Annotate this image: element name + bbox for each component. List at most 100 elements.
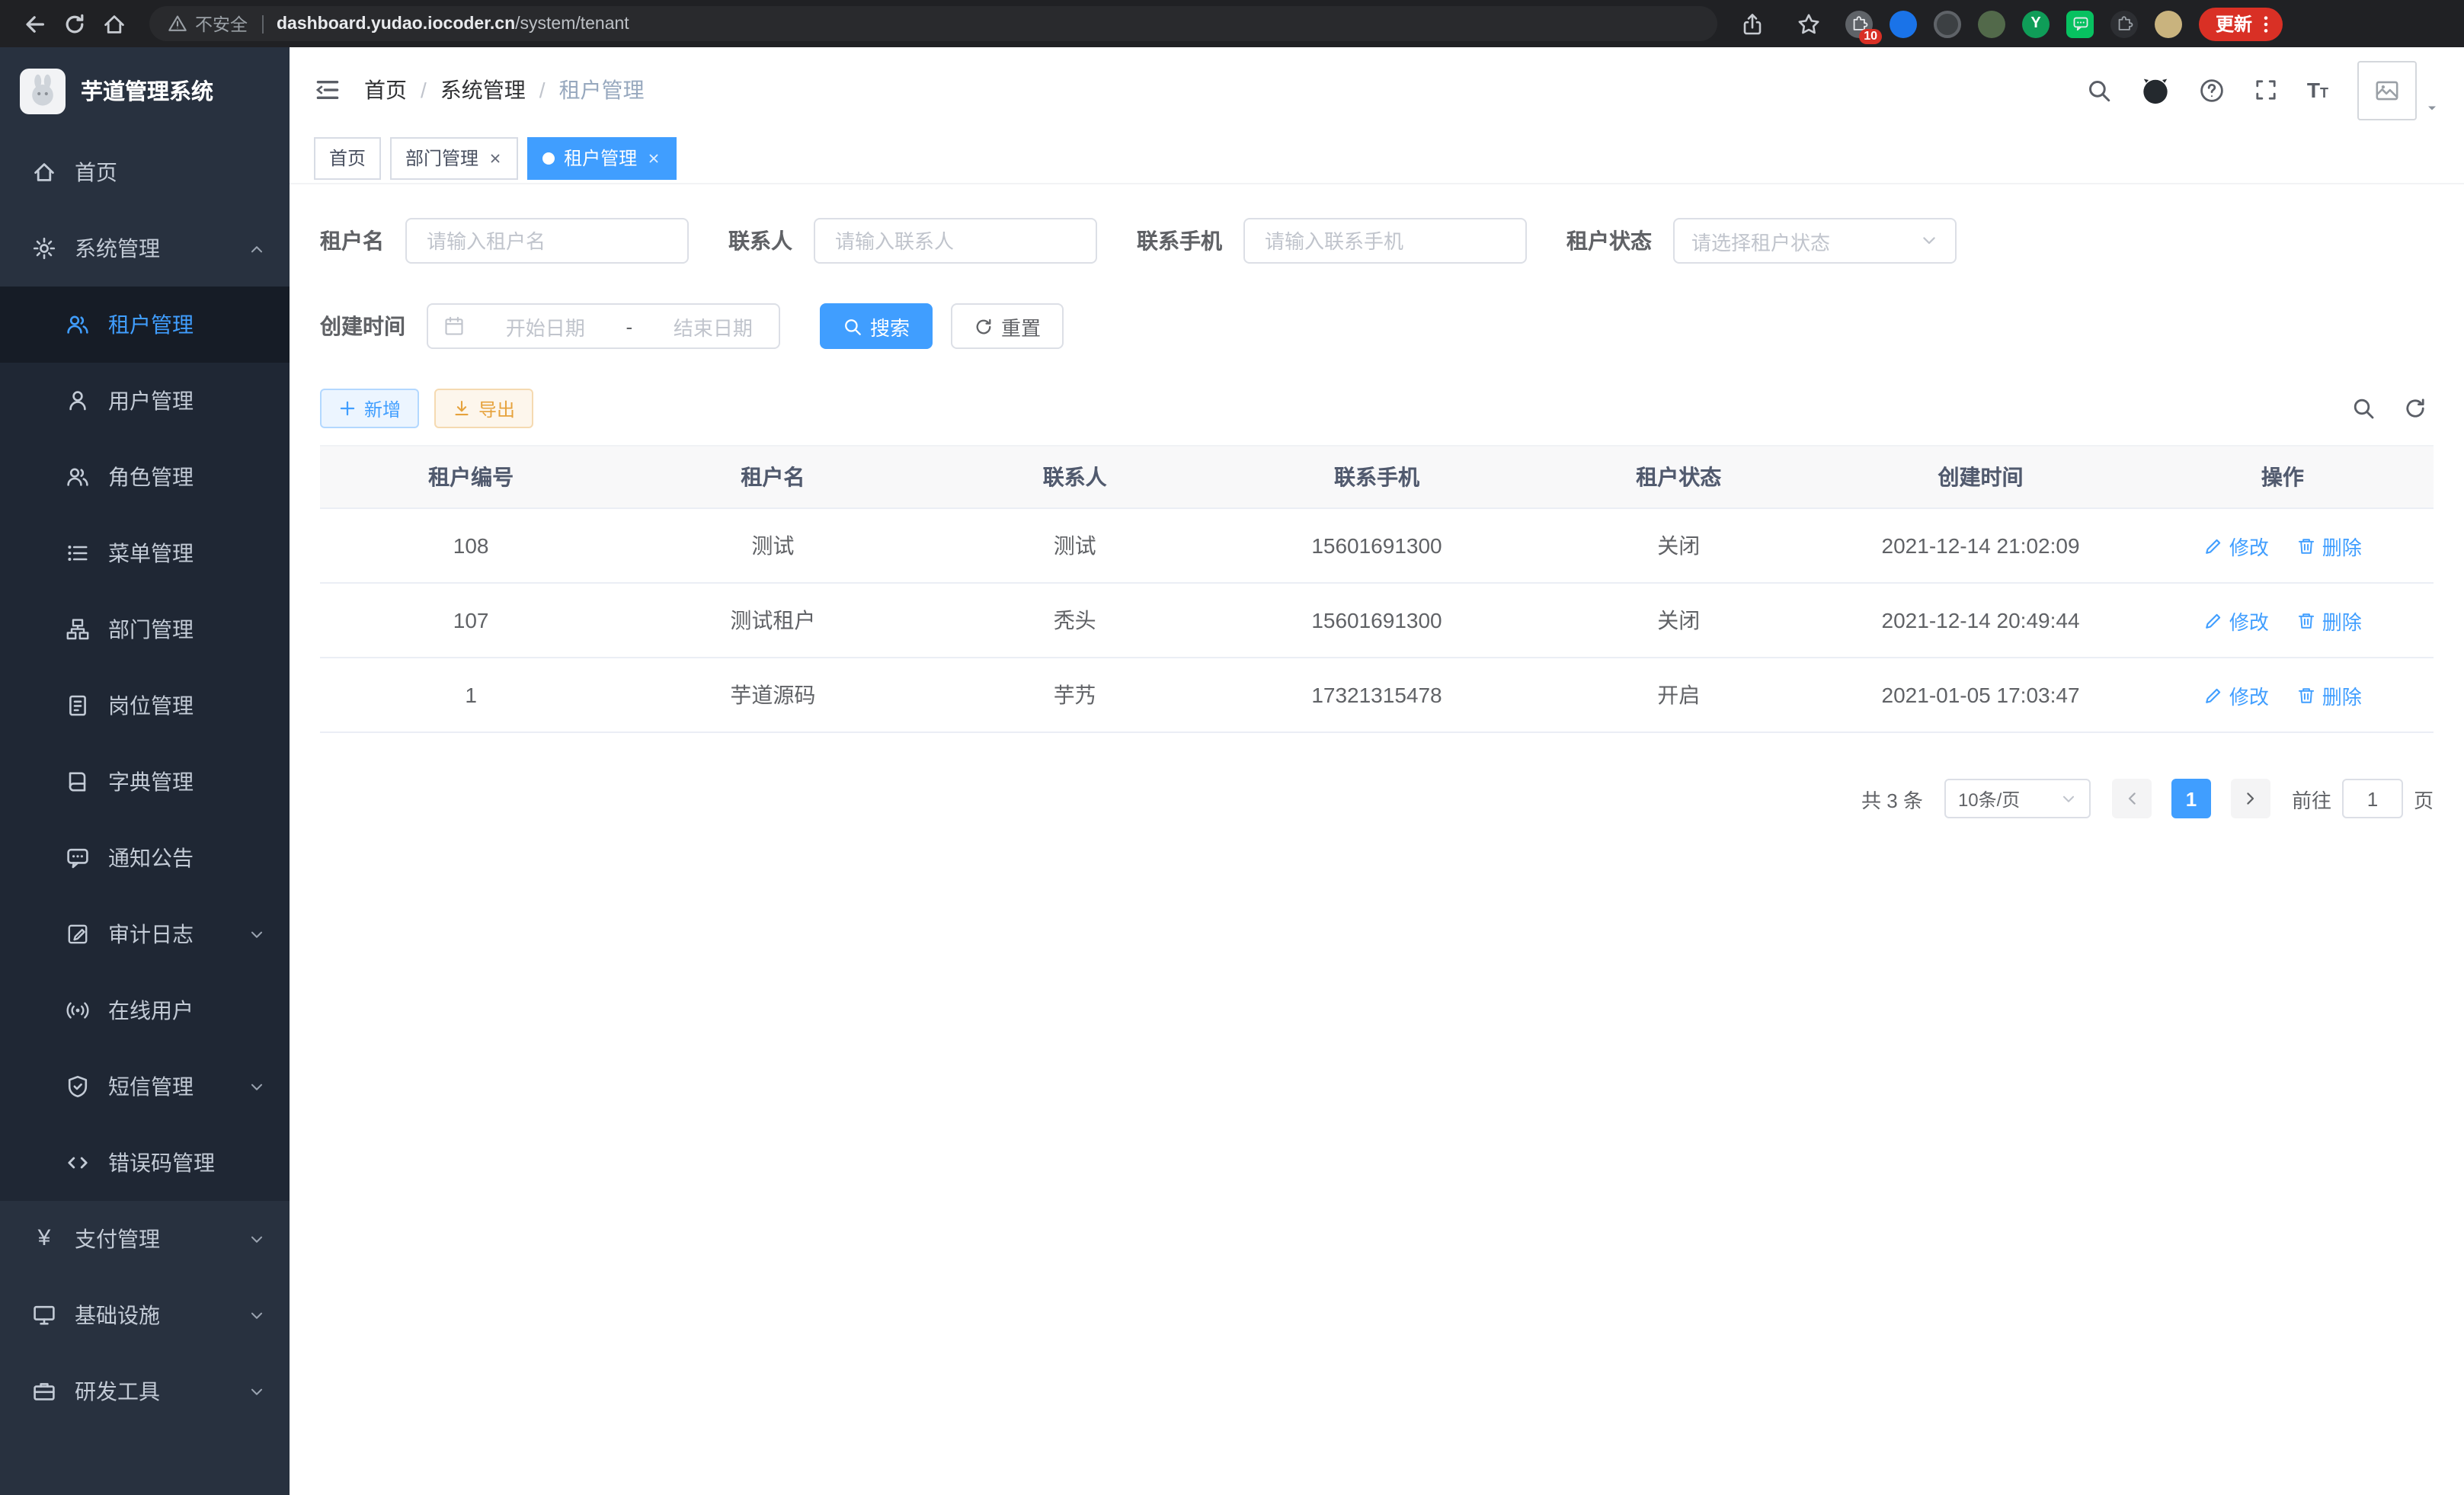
close-icon[interactable] <box>488 150 503 165</box>
contact-input-wrap[interactable] <box>814 218 1097 264</box>
edit-button[interactable]: 修改 <box>2203 531 2269 560</box>
breadcrumb-item[interactable]: 首页 <box>364 75 407 105</box>
sidebar-item-users[interactable]: 用户管理 <box>0 363 290 439</box>
github-icon[interactable] <box>2141 75 2170 104</box>
sidebar-item-departments[interactable]: 部门管理 <box>0 591 290 667</box>
edit-label: 修改 <box>2229 680 2269 709</box>
update-label: 更新 <box>2216 11 2252 37</box>
cell-actions: 修改 删除 <box>2132 658 2434 732</box>
online-users-icon <box>66 998 90 1023</box>
next-page-button[interactable] <box>2231 779 2270 818</box>
extension-icon[interactable] <box>1978 10 2005 37</box>
page-size-select[interactable]: 10条/页 <box>1944 779 2091 818</box>
search-button-label: 搜索 <box>870 312 910 341</box>
phone-input[interactable] <box>1262 228 1509 254</box>
sidebar-item-roles[interactable]: 角色管理 <box>0 439 290 515</box>
sidebar-item-dictionary[interactable]: 字典管理 <box>0 744 290 820</box>
toggle-search-icon[interactable] <box>2351 396 2376 421</box>
sidebar-item-positions[interactable]: 岗位管理 <box>0 667 290 744</box>
filter-row-2: 创建时间 开始日期 - 结束日期 搜索 重置 <box>320 303 2434 349</box>
tab-tenant[interactable]: 租户管理 <box>527 136 677 179</box>
date-end-placeholder: 结束日期 <box>663 312 763 341</box>
extension-icon[interactable]: 10 <box>1845 10 1873 37</box>
tenant-name-input[interactable] <box>424 228 670 254</box>
cell-phone: 17321315478 <box>1226 658 1528 732</box>
tab-home[interactable]: 首页 <box>314 136 381 179</box>
cell-status: 关闭 <box>1528 508 1829 583</box>
browser-menu-icon[interactable] <box>2255 13 2277 34</box>
chevron-down-icon <box>248 1078 265 1095</box>
address-bar[interactable]: 不安全 dashboard.yudao.iocoder.cn/system/te… <box>149 6 1717 41</box>
breadcrumb-item[interactable]: 系统管理 <box>440 75 526 105</box>
sidebar-item-system[interactable]: 系统管理 <box>0 210 290 287</box>
sidebar-item-error-codes[interactable]: 错误码管理 <box>0 1125 290 1201</box>
table-toolbar: 新增 导出 <box>320 389 2434 428</box>
sidebar-item-sms[interactable]: 短信管理 <box>0 1048 290 1125</box>
table-row: 108 测试 测试 15601691300 关闭 2021-12-14 21:0… <box>320 508 2434 583</box>
goto-page-input[interactable] <box>2342 779 2403 818</box>
sidebar-item-online-users[interactable]: 在线用户 <box>0 972 290 1048</box>
close-icon[interactable] <box>646 150 661 165</box>
plus-icon <box>338 399 357 418</box>
edit-button[interactable]: 修改 <box>2203 680 2269 709</box>
help-icon[interactable] <box>2199 77 2225 103</box>
extension-icon[interactable] <box>2110 10 2138 37</box>
delete-button[interactable]: 删除 <box>2296 606 2362 635</box>
edit-button[interactable]: 修改 <box>2203 606 2269 635</box>
search-button[interactable]: 搜索 <box>820 303 933 349</box>
column-header-contact: 联系人 <box>924 446 1226 508</box>
page-number-current[interactable]: 1 <box>2171 779 2211 818</box>
sidebar-item-menus[interactable]: 菜单管理 <box>0 515 290 591</box>
bookmark-star-icon[interactable] <box>1789 4 1829 43</box>
delete-button[interactable]: 删除 <box>2296 680 2362 709</box>
phone-input-wrap[interactable] <box>1243 218 1527 264</box>
refresh-table-icon[interactable] <box>2403 396 2427 421</box>
extension-icon[interactable] <box>1934 10 1961 37</box>
extension-icon[interactable] <box>1890 10 1917 37</box>
export-button[interactable]: 导出 <box>434 389 533 428</box>
sidebar-item-label: 字典管理 <box>108 767 262 797</box>
browser-update-button[interactable]: 更新 <box>2199 7 2283 40</box>
tab-label: 租户管理 <box>564 145 637 171</box>
edit-label: 修改 <box>2229 606 2269 635</box>
export-button-label: 导出 <box>478 395 515 421</box>
contact-input[interactable] <box>832 228 1079 254</box>
search-icon <box>843 316 862 336</box>
browser-home-button[interactable] <box>94 4 134 43</box>
status-select[interactable]: 请选择租户状态 <box>1673 218 1957 264</box>
sidebar-item-label: 审计日志 <box>108 919 262 949</box>
sidebar-item-infrastructure[interactable]: 基础设施 <box>0 1277 290 1353</box>
share-icon[interactable] <box>1733 4 1772 43</box>
sidebar-item-dev-tools[interactable]: 研发工具 <box>0 1353 290 1429</box>
cell-phone: 15601691300 <box>1226 583 1528 658</box>
sidebar-item-announcements[interactable]: 通知公告 <box>0 820 290 896</box>
sidebar-toggle-button[interactable] <box>314 76 341 104</box>
user-avatar-menu[interactable] <box>2357 60 2440 120</box>
gear-icon <box>32 236 56 261</box>
sidebar-item-home[interactable]: 首页 <box>0 134 290 210</box>
delete-button[interactable]: 删除 <box>2296 531 2362 560</box>
browser-back-button[interactable] <box>15 4 55 43</box>
browser-reload-button[interactable] <box>55 4 94 43</box>
tenant-name-input-wrap[interactable] <box>405 218 689 264</box>
sidebar-item-tenant[interactable]: 租户管理 <box>0 287 290 363</box>
fullscreen-icon[interactable] <box>2254 78 2278 102</box>
extension-icon[interactable] <box>2066 10 2094 37</box>
cell-actions: 修改 删除 <box>2132 508 2434 583</box>
sidebar-item-payment[interactable]: ¥ 支付管理 <box>0 1201 290 1277</box>
reset-button[interactable]: 重置 <box>951 303 1064 349</box>
chevron-down-icon <box>1920 232 1938 250</box>
sidebar-item-audit-log[interactable]: 审计日志 <box>0 896 290 972</box>
add-button[interactable]: 新增 <box>320 389 419 428</box>
search-icon[interactable] <box>2086 77 2112 103</box>
tab-departments[interactable]: 部门管理 <box>390 136 518 179</box>
extension-icon[interactable] <box>2155 10 2182 37</box>
url-domain: dashboard.yudao.iocoder.cn <box>277 14 515 33</box>
sidebar-item-label: 菜单管理 <box>108 538 262 568</box>
prev-page-button[interactable] <box>2112 779 2152 818</box>
font-size-icon[interactable]: TT <box>2307 79 2328 101</box>
sidebar-item-label: 首页 <box>75 157 262 187</box>
extension-icon[interactable]: Y <box>2022 10 2050 37</box>
pagination: 共 3 条 10条/页 1 前往 页 <box>320 779 2434 818</box>
date-range-picker[interactable]: 开始日期 - 结束日期 <box>427 303 780 349</box>
